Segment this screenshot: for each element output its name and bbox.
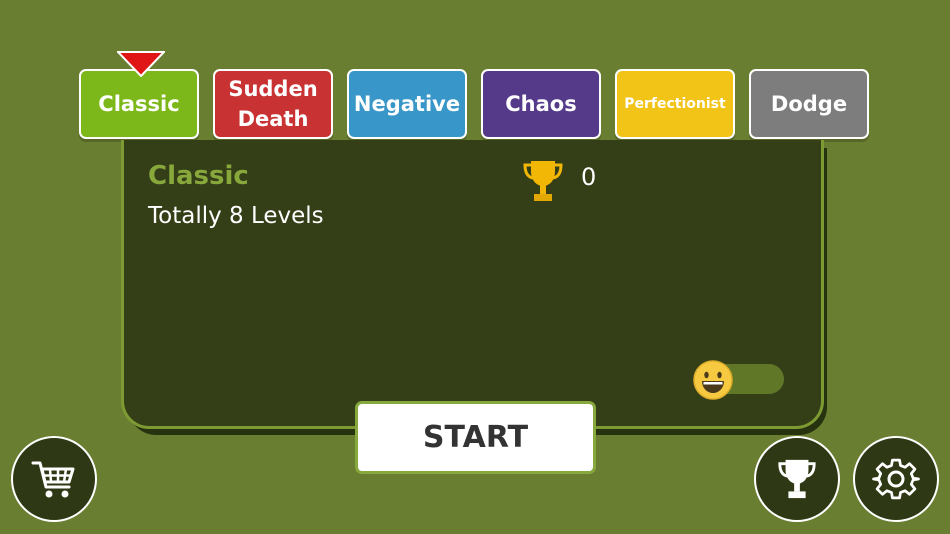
tab-negative[interactable]: Negative bbox=[347, 69, 467, 139]
cart-icon bbox=[31, 461, 75, 498]
trophy-icon bbox=[778, 459, 816, 499]
tab-label: Chaos bbox=[505, 92, 577, 116]
mode-description: Totally 8 Levels bbox=[148, 203, 324, 229]
tab-label: Classic bbox=[98, 92, 180, 116]
best-score: 0 bbox=[581, 163, 597, 191]
mode-title: Classic bbox=[148, 161, 249, 191]
tab-chaos[interactable]: Chaos bbox=[481, 69, 601, 139]
mode-tabs: Classic Sudden Death Negative Chaos Perf… bbox=[79, 69, 872, 142]
start-button[interactable]: START bbox=[355, 401, 596, 474]
tab-label: Dodge bbox=[770, 92, 848, 116]
tab-label: Sudden Death bbox=[228, 77, 318, 131]
gear-icon bbox=[872, 458, 920, 500]
game-screen: Classic Sudden Death Negative Chaos Perf… bbox=[0, 0, 950, 534]
tab-label: Negative bbox=[353, 92, 461, 116]
trophy-icon bbox=[523, 161, 563, 201]
leaderboard-button[interactable] bbox=[754, 436, 840, 522]
tab-dodge[interactable]: Dodge bbox=[749, 69, 869, 139]
settings-button[interactable] bbox=[853, 436, 939, 522]
tab-sudden-death[interactable]: Sudden Death bbox=[213, 69, 333, 139]
selected-tab-indicator-icon bbox=[117, 51, 165, 77]
tab-classic[interactable]: Classic bbox=[79, 69, 199, 139]
tab-perfectionist[interactable]: Perfectionist bbox=[615, 69, 735, 139]
shop-button[interactable] bbox=[11, 436, 97, 522]
tab-label: Perfectionist bbox=[624, 96, 726, 112]
grinning-face-icon[interactable] bbox=[693, 360, 733, 400]
